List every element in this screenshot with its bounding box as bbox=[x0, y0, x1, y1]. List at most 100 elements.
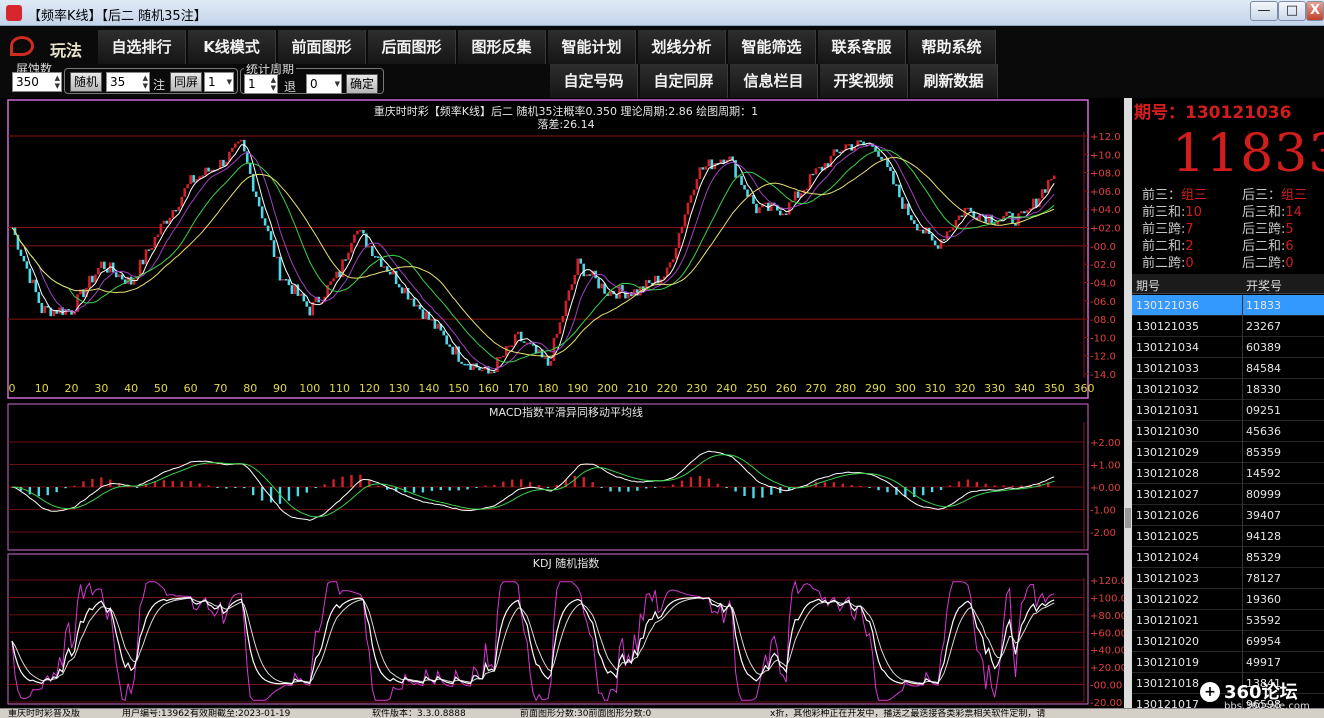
number-cell: 53592 bbox=[1246, 614, 1281, 627]
macd-up-bar bbox=[957, 481, 961, 487]
kline-y-tick-label: -10.0 bbox=[1090, 333, 1116, 344]
table-row[interactable]: 130121025 94128 bbox=[1132, 526, 1324, 547]
bets-input[interactable]: 35 ▲ ▼ bbox=[106, 72, 150, 92]
down-candle bbox=[25, 261, 29, 269]
random-button[interactable]: 随机 bbox=[70, 72, 102, 92]
status-item: 重庆时时彩普及版 bbox=[8, 709, 81, 718]
chevron-down-icon: ▼ bbox=[334, 80, 340, 88]
ma5-line bbox=[11, 142, 1055, 372]
up-candle bbox=[150, 247, 154, 250]
table-row[interactable]: 130121035 23267 bbox=[1132, 316, 1324, 337]
menu-button-row2-1[interactable]: 自定同屏 bbox=[640, 64, 728, 98]
down-candle bbox=[388, 271, 392, 275]
close-button[interactable]: X bbox=[1306, 1, 1324, 21]
kline-x-tick-label: 280 bbox=[835, 382, 856, 395]
back-select[interactable]: 0 ▼ bbox=[306, 74, 342, 94]
table-row[interactable]: 130121036 11833 bbox=[1132, 295, 1324, 316]
minimize-button[interactable]: — bbox=[1250, 1, 1278, 21]
table-row[interactable]: 130121032 18330 bbox=[1132, 379, 1324, 400]
menu-button-row1-9[interactable]: 帮助系统 bbox=[908, 30, 996, 64]
macd-down-bar bbox=[546, 487, 550, 489]
macd-up-bar bbox=[832, 482, 836, 487]
menu-button-row1-5[interactable]: 智能计划 bbox=[548, 30, 636, 64]
menu-button-row1-4[interactable]: 图形反集 bbox=[458, 30, 546, 64]
table-row[interactable]: 130121026 39407 bbox=[1132, 505, 1324, 526]
table-row[interactable]: 130121031 09251 bbox=[1132, 400, 1324, 421]
same-screen-select[interactable]: 1 ▼ bbox=[204, 72, 234, 92]
down-candle bbox=[597, 278, 600, 289]
macd-down-bar bbox=[287, 487, 291, 501]
same-screen-button[interactable]: 同屏 bbox=[170, 72, 202, 92]
stat-value: 0 bbox=[1285, 256, 1294, 271]
up-candle bbox=[847, 144, 851, 146]
table-row[interactable]: 130121028 14592 bbox=[1132, 463, 1324, 484]
macd-y-tick-label: -1.00 bbox=[1090, 506, 1116, 517]
period-cell: 130121023 bbox=[1136, 572, 1199, 585]
menu-button-row1-6[interactable]: 划线分析 bbox=[638, 30, 726, 64]
down-candle bbox=[740, 175, 743, 186]
table-row[interactable]: 130121029 85359 bbox=[1132, 442, 1324, 463]
watermark-plus-icon: + bbox=[1200, 682, 1220, 702]
kline-x-tick-label: 90 bbox=[273, 382, 287, 395]
menu-button-row1-1[interactable]: K线模式 bbox=[188, 30, 276, 64]
down-candle bbox=[746, 189, 749, 197]
period-cell: 130121019 bbox=[1136, 656, 1199, 669]
table-row[interactable]: 130121023 78127 bbox=[1132, 568, 1324, 589]
confirm-button[interactable]: 确定 bbox=[346, 74, 378, 94]
menu-button-row1-8[interactable]: 联系客服 bbox=[818, 30, 906, 64]
macd-down-bar bbox=[448, 487, 451, 491]
table-row[interactable]: 130121022 19360 bbox=[1132, 589, 1324, 610]
down-candle bbox=[40, 302, 44, 314]
macd-up-bar bbox=[528, 482, 532, 487]
table-row[interactable]: 130121019 49917 bbox=[1132, 652, 1324, 673]
table-row[interactable]: 130121027 80999 bbox=[1132, 484, 1324, 505]
down-candle bbox=[892, 170, 895, 185]
down-candle bbox=[400, 287, 404, 294]
up-candle bbox=[576, 258, 580, 276]
app-icon bbox=[6, 5, 22, 21]
kline-x-tick-label: 200 bbox=[597, 382, 618, 395]
up-candle bbox=[347, 252, 350, 260]
macd-up-bar bbox=[671, 484, 675, 487]
table-row[interactable]: 130121034 60389 bbox=[1132, 337, 1324, 358]
menu-button-row2-2[interactable]: 信息栏目 bbox=[730, 64, 818, 98]
up-candle bbox=[162, 220, 166, 224]
kline-x-tick-label: 170 bbox=[508, 382, 529, 395]
maximize-button[interactable]: □ bbox=[1278, 1, 1306, 21]
up-candle bbox=[1026, 210, 1029, 214]
scrollbar-thumb[interactable] bbox=[1125, 508, 1131, 528]
table-row[interactable]: 130121020 69954 bbox=[1132, 631, 1324, 652]
menu-button-row2-0[interactable]: 自定号码 bbox=[550, 64, 638, 98]
up-candle bbox=[335, 271, 338, 279]
table-row[interactable]: 130121024 85329 bbox=[1132, 547, 1324, 568]
macd-down-bar bbox=[752, 487, 755, 499]
macd-down-bar bbox=[939, 487, 943, 490]
menu-button-row1-0[interactable]: 自选排行 bbox=[98, 30, 186, 64]
down-candle bbox=[34, 279, 38, 293]
up-candle bbox=[332, 278, 335, 282]
kline-x-tick-label: 300 bbox=[895, 382, 916, 395]
table-row[interactable]: 130121030 45636 bbox=[1132, 421, 1324, 442]
kdj-y-tick-label: +60.00 bbox=[1090, 628, 1124, 639]
cycle-input[interactable]: 1 ▲ ▼ bbox=[244, 74, 278, 94]
down-candle bbox=[915, 223, 919, 231]
macd-up-bar bbox=[350, 474, 353, 487]
down-candle bbox=[460, 361, 463, 364]
kline-y-tick-label: +12.0 bbox=[1090, 132, 1121, 143]
menu-button-row1-3[interactable]: 后面图形 bbox=[368, 30, 456, 64]
macd-up-bar bbox=[207, 485, 210, 487]
down-candle bbox=[260, 206, 264, 219]
kline-y-tick-label: -00.0 bbox=[1090, 242, 1116, 253]
table-row[interactable]: 130121021 53592 bbox=[1132, 610, 1324, 631]
macd-down-bar bbox=[636, 487, 639, 491]
screen-count-input[interactable]: 350 ▲ ▼ bbox=[12, 72, 62, 92]
menu-button-row1-2[interactable]: 前面图形 bbox=[278, 30, 366, 64]
menu-button-row2-3[interactable]: 开奖视频 bbox=[820, 64, 908, 98]
table-row[interactable]: 130121033 84584 bbox=[1132, 358, 1324, 379]
kline-x-tick-label: 290 bbox=[865, 382, 886, 395]
macd-up-bar bbox=[511, 479, 514, 487]
menu-button-row1-7[interactable]: 智能筛选 bbox=[728, 30, 816, 64]
panel-scrollbar[interactable] bbox=[1124, 98, 1132, 708]
play-mode-button[interactable]: 玩法 bbox=[6, 30, 98, 64]
menu-button-row2-4[interactable]: 刷新数据 bbox=[910, 64, 998, 98]
